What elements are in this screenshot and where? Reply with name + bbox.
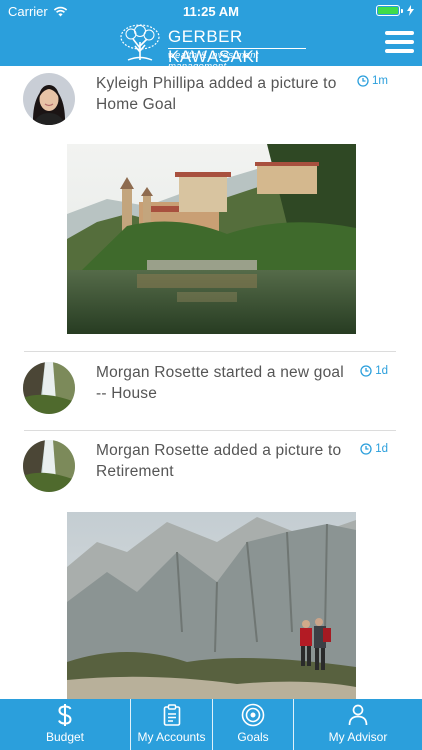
avatar[interactable] [23, 440, 75, 492]
tab-my-advisor[interactable]: My Advisor [293, 699, 422, 750]
timestamp-label: 1m [372, 75, 388, 87]
post-text-line: Home Goal [96, 96, 177, 113]
post-photo[interactable] [67, 512, 356, 699]
tab-label: Goals [237, 730, 269, 744]
post-text-line: -- House [96, 385, 158, 402]
post-text: Morgan Rosette started a new goal -- Hou… [96, 362, 346, 404]
activity-feed[interactable]: Kyleigh Phillipa added a picture to Home… [0, 66, 422, 699]
timestamp: 1m [357, 75, 388, 87]
status-bar: Carrier 11:25 AM [0, 0, 422, 22]
post-text-line: Kyleigh Phillipa added a picture to [96, 75, 337, 92]
post-text: Morgan Rosette added a picture to Retire… [96, 440, 346, 482]
tab-label: My Accounts [137, 730, 206, 744]
clock-icon [360, 365, 372, 377]
tab-goals[interactable]: Goals [212, 699, 293, 750]
post-text: Kyleigh Phillipa added a picture to Home… [96, 73, 346, 115]
battery-icon [376, 5, 403, 16]
brand-logo: GERBER KAWASAKI wealth & investment mana… [118, 24, 318, 72]
post-text-line: Morgan Rosette added a picture to [96, 442, 342, 459]
timestamp: 1d [360, 365, 388, 377]
battery-indicator [376, 5, 414, 16]
post-text-line: Morgan Rosette started a new goal [96, 364, 344, 381]
feed-divider [24, 351, 396, 352]
dollar-icon [58, 704, 72, 726]
clock-icon [360, 443, 372, 455]
charging-bolt-icon [407, 5, 414, 16]
avatar[interactable] [23, 362, 75, 414]
post-text-line: Retirement [96, 463, 174, 480]
app-header: Carrier 11:25 AM GERBER KAWASAKI wealth … [0, 0, 422, 72]
tab-bar: Budget My Accounts Goals My Advisor [0, 699, 422, 750]
timestamp: 1d [360, 443, 388, 455]
clock-icon [357, 75, 369, 87]
post-photo[interactable] [67, 144, 356, 334]
feed-divider [24, 430, 396, 431]
target-icon [241, 703, 265, 727]
timestamp-label: 1d [375, 365, 388, 377]
timestamp-label: 1d [375, 443, 388, 455]
brand-divider [168, 48, 306, 49]
tab-budget[interactable]: Budget [0, 699, 130, 750]
battery-fill [378, 7, 398, 14]
tab-label: Budget [45, 730, 85, 744]
avatar[interactable] [23, 73, 75, 125]
clock: 11:25 AM [183, 4, 239, 19]
tree-logo-icon [120, 24, 160, 61]
person-icon [348, 704, 368, 726]
clipboard-icon [163, 704, 180, 726]
tab-my-accounts[interactable]: My Accounts [130, 699, 212, 750]
hamburger-menu-icon[interactable] [385, 31, 414, 55]
tab-label: My Advisor [328, 730, 388, 744]
